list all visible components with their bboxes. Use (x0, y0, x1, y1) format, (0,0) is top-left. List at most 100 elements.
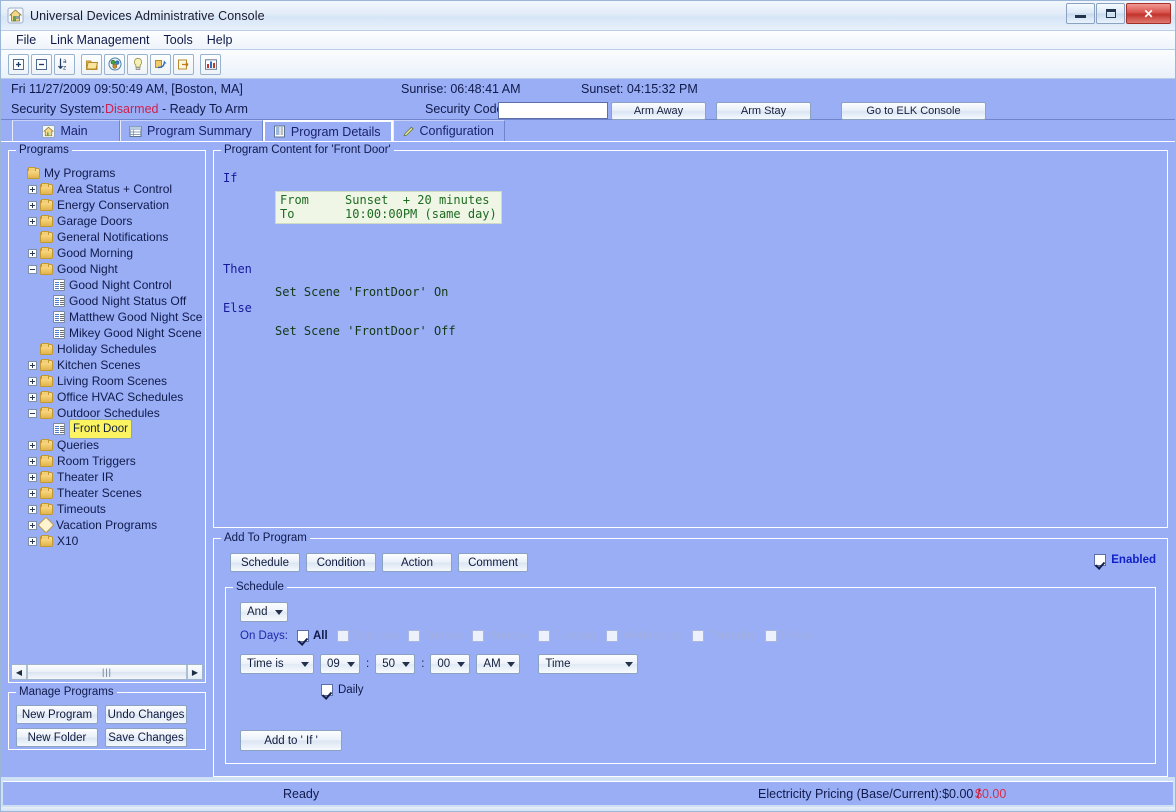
tree-item[interactable]: My Programs (11, 165, 203, 181)
scroll-left-arrow-icon[interactable]: ◀ (12, 665, 27, 679)
expand-node-icon[interactable] (28, 488, 37, 498)
collapse-node-icon[interactable] (28, 264, 37, 274)
minute-select[interactable]: 50 (375, 654, 416, 674)
time-mode-select[interactable]: Time is (240, 654, 314, 674)
close-button[interactable]: ✕ (1126, 3, 1171, 24)
hour-select[interactable]: 09 (320, 654, 360, 674)
else-statement[interactable]: Set Scene 'FrontDoor' Off (275, 324, 456, 338)
expand-node-icon[interactable] (28, 520, 37, 530)
then-statement[interactable]: Set Scene 'FrontDoor' On (275, 285, 448, 299)
scroll-thumb[interactable]: ||| (27, 665, 187, 679)
checkbox-box-icon[interactable] (1094, 554, 1107, 566)
tree-item[interactable]: Garage Doors (11, 213, 203, 229)
tree-item[interactable]: Energy Conservation (11, 197, 203, 213)
condition-button[interactable]: Condition (306, 553, 376, 572)
scroll-right-arrow-icon[interactable]: ▶ (187, 665, 202, 679)
undo-changes-button[interactable]: Undo Changes (105, 705, 187, 724)
expand-node-icon[interactable] (28, 248, 37, 258)
checkbox-box-icon[interactable] (606, 630, 619, 642)
checkbox-box-icon[interactable] (764, 630, 777, 642)
tree-item[interactable]: Vacation Programs (11, 516, 203, 534)
tree-horizontal-scrollbar[interactable]: ◀ ||| ▶ (11, 664, 203, 680)
sort-az-icon[interactable]: a z (54, 53, 75, 75)
expand-node-icon[interactable] (28, 392, 37, 402)
tab-configuration[interactable]: Configuration (392, 120, 505, 141)
comment-button[interactable]: Comment (458, 553, 528, 572)
action-button[interactable]: Action (382, 553, 452, 572)
day-checkbox-saturday[interactable]: Saturday (336, 630, 399, 642)
tab-main[interactable]: Main (12, 120, 120, 141)
menu-file[interactable]: File (9, 32, 43, 48)
arm-stay-button[interactable]: Arm Stay (716, 102, 811, 120)
checkbox-box-icon[interactable] (407, 630, 420, 642)
tree-item[interactable]: Front Door (11, 419, 203, 439)
menu-tools[interactable]: Tools (157, 32, 200, 48)
tree-item[interactable]: Area Status + Control (11, 181, 203, 197)
tree-item[interactable]: Good Night (11, 261, 203, 277)
checkbox-box-icon[interactable] (296, 630, 309, 642)
tree-item[interactable]: Good Morning (11, 245, 203, 261)
collapse-node-icon[interactable] (28, 408, 37, 418)
tree-item[interactable]: Timeouts (11, 501, 203, 517)
export-icon[interactable] (173, 53, 194, 75)
expand-node-icon[interactable] (28, 200, 37, 210)
tree-item[interactable]: Good Night Status Off (11, 293, 203, 309)
new-folder-button[interactable]: New Folder (16, 728, 98, 747)
checkbox-box-icon[interactable] (471, 630, 484, 642)
tree-item[interactable]: Room Triggers (11, 453, 203, 469)
day-checkbox-tuesday[interactable]: Tuesday (537, 630, 597, 642)
logic-operator-select[interactable]: And (240, 602, 288, 622)
arm-away-button[interactable]: Arm Away (611, 102, 706, 120)
day-checkbox-all[interactable]: All (296, 630, 328, 642)
tree-item[interactable]: X10 (11, 533, 203, 549)
checkbox-box-icon[interactable] (537, 630, 550, 642)
expand-node-icon[interactable] (28, 360, 37, 370)
expand-node-icon[interactable] (28, 376, 37, 386)
collapse-all-icon[interactable] (31, 53, 52, 75)
tab-program-summary[interactable]: Program Summary (120, 120, 263, 141)
day-checkbox-thursday[interactable]: Thursday (691, 630, 756, 642)
day-checkbox-monday[interactable]: Monday (471, 630, 529, 642)
tree-item[interactable]: Theater Scenes (11, 485, 203, 501)
schedule-button[interactable]: Schedule (230, 553, 300, 572)
expand-node-icon[interactable] (28, 184, 37, 194)
second-select[interactable]: 00 (430, 654, 471, 674)
expand-node-icon[interactable] (28, 504, 37, 514)
schedule-condition-block[interactable]: From Sunset + 20 minutes To 10:00:00PM (… (275, 191, 502, 224)
checkbox-box-icon[interactable] (336, 630, 349, 642)
maximize-button[interactable] (1096, 3, 1125, 24)
tree-item[interactable]: Matthew Good Night Scene (11, 309, 203, 325)
tree-item[interactable]: Holiday Schedules (11, 341, 203, 357)
tree-item[interactable]: General Notifications (11, 229, 203, 245)
expand-node-icon[interactable] (28, 536, 37, 546)
expand-node-icon[interactable] (28, 472, 37, 482)
meridiem-select[interactable]: AM (476, 654, 521, 674)
expand-node-icon[interactable] (28, 456, 37, 466)
tree-item[interactable]: Mikey Good Night Scene (11, 325, 203, 341)
time-type-select[interactable]: Time (538, 654, 639, 674)
tree-item[interactable]: Kitchen Scenes (11, 357, 203, 373)
day-checkbox-sunday[interactable]: Sunday (407, 630, 463, 642)
chart-icon[interactable] (200, 53, 221, 75)
save-changes-button[interactable]: Save Changes (105, 728, 187, 747)
checkbox-box-icon[interactable] (691, 630, 704, 642)
new-program-button[interactable]: New Program (16, 705, 98, 724)
checkbox-box-icon[interactable] (321, 684, 333, 696)
lightbulb-icon[interactable] (127, 53, 148, 75)
tab-program-details[interactable]: Program Details (262, 120, 393, 141)
programs-tree[interactable]: My Programs Area Status + Control Energy C… (11, 165, 203, 662)
expand-node-icon[interactable] (28, 440, 37, 450)
tree-item[interactable]: Good Night Control (11, 277, 203, 293)
folder-icon[interactable] (81, 53, 102, 75)
tree-item[interactable]: Living Room Scenes (11, 373, 203, 389)
menu-help[interactable]: Help (200, 32, 240, 48)
security-code-input[interactable] (498, 102, 608, 119)
refresh-links-icon[interactable] (150, 53, 171, 75)
tree-item[interactable]: Office HVAC Schedules (11, 389, 203, 405)
expand-all-icon[interactable] (8, 53, 29, 75)
daily-checkbox[interactable]: Daily (321, 684, 364, 696)
day-checkbox-friday[interactable]: Friday (764, 630, 813, 642)
tree-item[interactable]: Theater IR (11, 469, 203, 485)
scenes-icon[interactable] (104, 53, 125, 75)
minimize-button[interactable] (1066, 3, 1095, 24)
